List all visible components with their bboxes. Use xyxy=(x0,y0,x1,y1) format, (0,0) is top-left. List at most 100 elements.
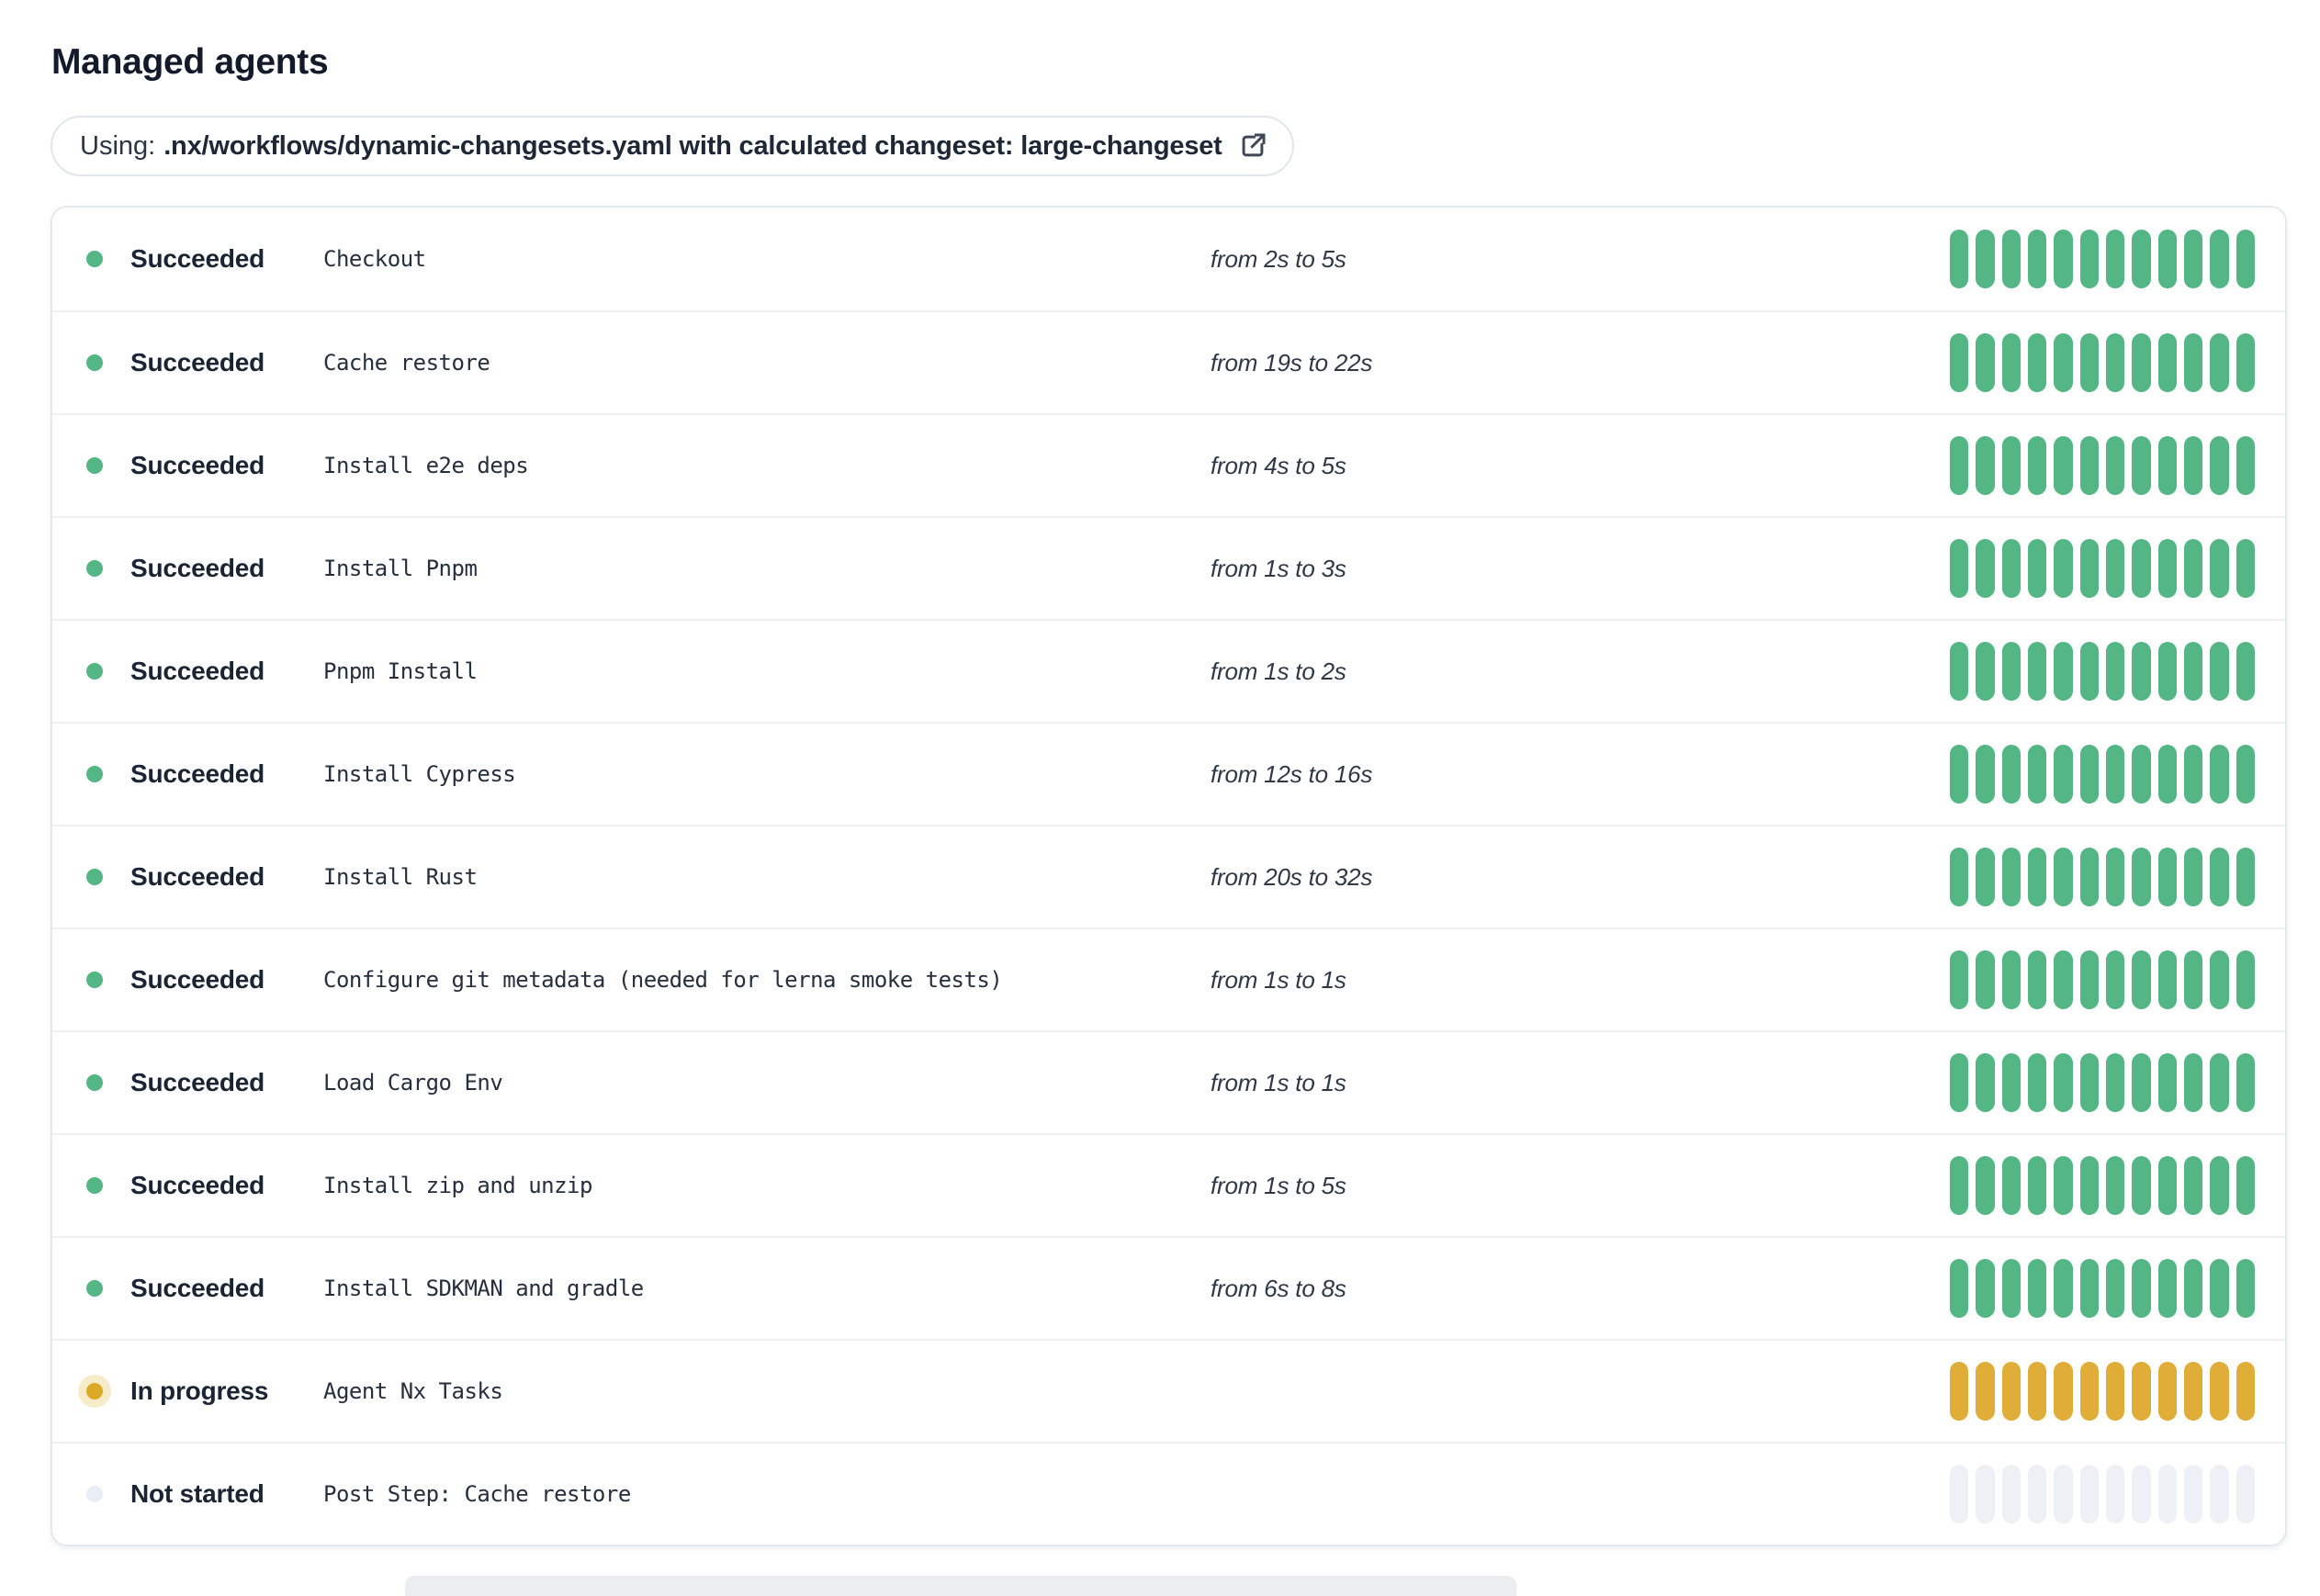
progress-segment xyxy=(2105,1259,2125,1318)
progress-segment xyxy=(2027,539,2047,598)
progress-segment xyxy=(1950,848,1969,906)
status-label: Succeeded xyxy=(130,1171,265,1199)
progress-segment xyxy=(1976,230,1995,288)
progress-segment xyxy=(2079,230,2099,288)
progress-bar xyxy=(1950,539,2255,598)
agent-step-row[interactable]: Succeeded Install Rust from 20s to 32s xyxy=(52,825,2285,927)
progress-segment xyxy=(2027,1053,2047,1112)
progress-segment xyxy=(2183,1259,2203,1318)
agent-step-row[interactable]: Succeeded Install e2e deps from 4s to 5s xyxy=(52,413,2285,516)
workflow-source-prefix: Using: xyxy=(80,130,156,161)
progress-segment xyxy=(2027,230,2047,288)
progress-segment xyxy=(2054,745,2073,804)
workflow-file-label: .nx/workflows/dynamic-changesets.yaml wi… xyxy=(163,130,1222,161)
progress-segment xyxy=(2079,333,2099,392)
status-dot xyxy=(86,1383,103,1399)
external-link-icon[interactable] xyxy=(1237,130,1268,162)
progress-segment xyxy=(2027,333,2047,392)
step-name: Install Rust xyxy=(323,864,478,890)
agent-step-row[interactable]: Succeeded Checkout from 2s to 5s xyxy=(52,208,2285,310)
progress-segment xyxy=(2001,1362,2021,1421)
progress-segment xyxy=(2079,1259,2099,1318)
progress-segment xyxy=(2132,1465,2151,1523)
progress-segment xyxy=(2001,848,2021,906)
progress-segment xyxy=(2105,1053,2125,1112)
progress-segment xyxy=(2183,745,2203,804)
progress-segment xyxy=(1950,1156,1969,1215)
progress-bar xyxy=(1950,1156,2255,1215)
agent-step-row[interactable]: Succeeded Pnpm Install from 1s to 2s xyxy=(52,619,2285,722)
progress-segment xyxy=(2105,642,2125,701)
progress-segment xyxy=(2210,642,2229,701)
progress-segment xyxy=(2132,745,2151,804)
status-label: Succeeded xyxy=(130,554,265,582)
progress-segment xyxy=(2210,539,2229,598)
progress-segment xyxy=(2079,848,2099,906)
agent-step-row[interactable]: Not started Post Step: Cache restore xyxy=(52,1442,2285,1545)
progress-segment xyxy=(2001,333,2021,392)
step-name: Install e2e deps xyxy=(323,453,529,478)
progress-segment xyxy=(2079,1465,2099,1523)
progress-segment xyxy=(2027,1156,2047,1215)
step-name: Install Cypress xyxy=(323,761,516,787)
progress-segment xyxy=(2157,1156,2177,1215)
progress-segment xyxy=(2001,1465,2021,1523)
agent-step-row[interactable]: Succeeded Install Cypress from 12s to 16… xyxy=(52,722,2285,825)
progress-segment xyxy=(1976,1259,1995,1318)
progress-segment xyxy=(2001,950,2021,1009)
step-duration: from 1s to 3s xyxy=(1211,554,1346,582)
status-label: Succeeded xyxy=(130,244,265,273)
progress-segment xyxy=(2236,1362,2255,1421)
progress-segment xyxy=(2157,1259,2177,1318)
progress-segment xyxy=(2157,539,2177,598)
agent-step-row[interactable]: Succeeded Configure git metadata (needed… xyxy=(52,927,2285,1030)
agent-step-row[interactable]: Succeeded Install Pnpm from 1s to 3s xyxy=(52,516,2285,619)
agent-step-row[interactable]: Succeeded Load Cargo Env from 1s to 1s xyxy=(52,1030,2285,1133)
step-duration: from 1s to 2s xyxy=(1211,657,1346,685)
progress-segment xyxy=(1976,1362,1995,1421)
progress-segment xyxy=(1950,539,1969,598)
progress-bar xyxy=(1950,230,2255,288)
progress-segment xyxy=(2027,1259,2047,1318)
agent-step-row[interactable]: Succeeded Install SDKMAN and gradle from… xyxy=(52,1236,2285,1339)
status-dot xyxy=(86,766,103,782)
progress-segment xyxy=(2183,1362,2203,1421)
agent-step-row[interactable]: In progress Agent Nx Tasks xyxy=(52,1339,2285,1442)
progress-segment xyxy=(1976,1053,1995,1112)
progress-bar xyxy=(1950,1362,2255,1421)
progress-segment xyxy=(2157,745,2177,804)
progress-segment xyxy=(1950,333,1969,392)
step-duration: from 2s to 5s xyxy=(1211,244,1346,273)
progress-bar xyxy=(1950,642,2255,701)
progress-segment xyxy=(2210,333,2229,392)
progress-segment xyxy=(2105,1362,2125,1421)
progress-segment xyxy=(2183,436,2203,495)
status-label: Succeeded xyxy=(130,759,265,788)
progress-segment xyxy=(2027,848,2047,906)
step-name: Pnpm Install xyxy=(323,658,478,684)
step-name: Load Cargo Env xyxy=(323,1070,503,1096)
progress-bar xyxy=(1950,436,2255,495)
status-label: Succeeded xyxy=(130,965,265,994)
progress-bar xyxy=(1950,848,2255,906)
step-name: Install SDKMAN and gradle xyxy=(323,1276,644,1301)
progress-segment xyxy=(2001,230,2021,288)
progress-segment xyxy=(2183,333,2203,392)
agent-step-row[interactable]: Succeeded Cache restore from 19s to 22s xyxy=(52,310,2285,413)
page-title: Managed agents xyxy=(51,42,329,82)
progress-segment xyxy=(2027,436,2047,495)
status-label: In progress xyxy=(130,1377,269,1405)
progress-segment xyxy=(2079,745,2099,804)
progress-segment xyxy=(1950,1053,1969,1112)
step-name: Configure git metadata (needed for lerna… xyxy=(323,967,1003,993)
agent-step-row[interactable]: Succeeded Install zip and unzip from 1s … xyxy=(52,1133,2285,1236)
progress-segment xyxy=(2079,642,2099,701)
progress-segment xyxy=(2079,1362,2099,1421)
progress-segment xyxy=(1950,436,1969,495)
status-dot xyxy=(86,663,103,680)
status-label: Not started xyxy=(130,1479,265,1508)
workflow-source-badge[interactable]: Using: .nx/workflows/dynamic-changesets.… xyxy=(51,116,1294,176)
progress-bar xyxy=(1950,1259,2255,1318)
progress-segment xyxy=(2236,1465,2255,1523)
progress-segment xyxy=(2183,642,2203,701)
